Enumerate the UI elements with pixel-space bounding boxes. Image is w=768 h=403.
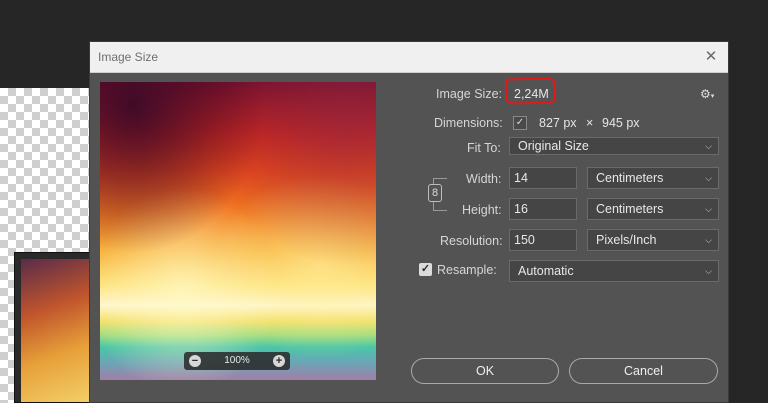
ok-button[interactable]: OK [411,358,559,384]
width-unit-select[interactable]: Centimeters ⌵ [587,167,719,189]
background-document-thumbnail [14,252,94,403]
height-unit-select[interactable]: Centimeters ⌵ [587,198,719,220]
fit-to-value: Original Size [518,139,589,153]
resolution-unit-select[interactable]: Pixels/Inch ⌵ [587,229,719,251]
height-unit-value: Centimeters [596,202,664,216]
cancel-button[interactable]: Cancel [569,358,718,384]
dimensions-dropdown-icon[interactable]: ✓ [513,116,527,130]
chevron-down-icon: ⌵ [705,266,712,276]
height-input[interactable]: 16 [509,198,577,220]
dimensions-label: Dimensions: [434,116,503,130]
resolution-input[interactable]: 150 [509,229,577,251]
resolution-unit-value: Pixels/Inch [596,233,657,247]
constrain-bracket-bottom [433,201,447,211]
width-label: Width: [466,172,502,186]
constrain-proportions-chain-icon[interactable]: 8 [428,184,442,202]
red-highlight-annotation [504,77,557,105]
chevron-down-icon: ⌵ [705,141,712,151]
fit-to-select[interactable]: Original Size ⌵ [509,137,719,155]
dialog-title: Image Size [98,50,159,64]
resample-checkbox[interactable]: ✓ [419,263,432,276]
background-thumbnail-image [21,259,93,402]
gear-icon[interactable]: ⚙▾ [700,87,714,101]
resample-select[interactable]: Automatic ⌵ [509,260,719,282]
chevron-down-icon: ⌵ [705,204,712,214]
fit-to-label: Fit To: [467,141,501,155]
dialog-titlebar: Image Size ✕ [90,42,728,73]
zoom-in-icon[interactable]: + [273,355,285,367]
resample-value: Automatic [518,264,574,278]
dimensions-separator: × [586,116,594,130]
close-icon[interactable]: ✕ [700,46,722,68]
dimensions-height: 945 px [602,116,640,130]
image-size-dialog: Image Size ✕ − 100% + Image Size: 2,24M … [89,41,729,403]
zoom-controls: − 100% + [184,352,290,370]
image-size-label: Image Size: [436,87,503,101]
resample-label: Resample: [437,263,497,277]
chevron-down-icon: ⌵ [705,173,712,183]
width-input[interactable]: 14 [509,167,577,189]
width-unit-value: Centimeters [596,171,664,185]
height-label: Height: [462,203,502,217]
image-preview[interactable]: − 100% + [100,82,376,380]
resolution-label: Resolution: [440,234,503,248]
dimensions-width: 827 px [539,116,577,130]
chevron-down-icon: ⌵ [705,235,712,245]
